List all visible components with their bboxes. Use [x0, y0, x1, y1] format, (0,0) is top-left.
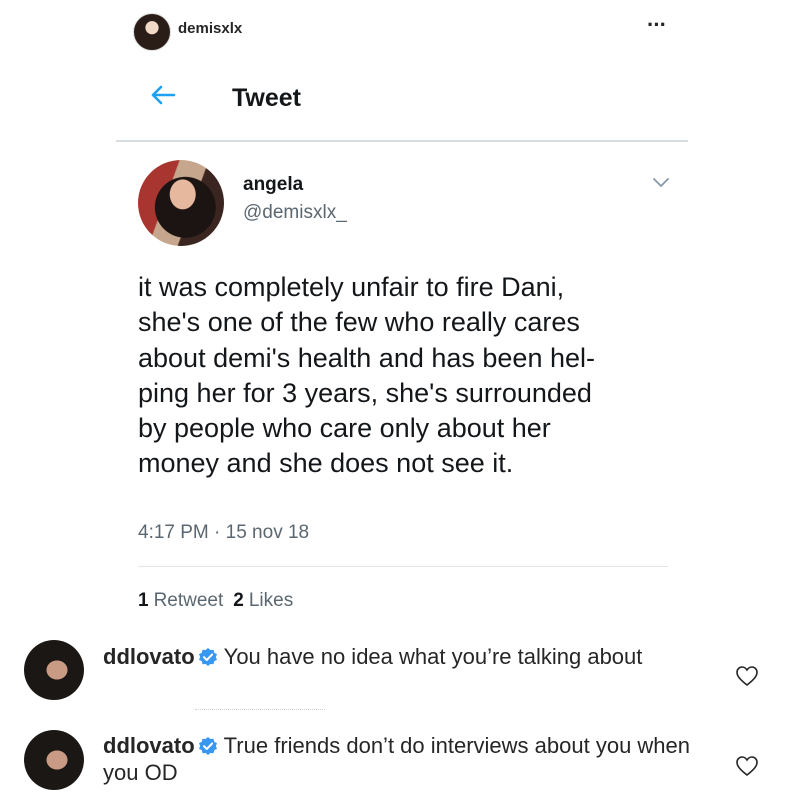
comment-username[interactable]: ddlovato — [103, 644, 195, 669]
tweet-text-line: money and she does not see it. — [138, 448, 514, 479]
tweet-timestamp: 4:17 PM · 15 nov 18 — [138, 522, 310, 543]
verified-badge-icon — [198, 737, 217, 755]
author-name[interactable]: angela — [243, 174, 303, 196]
tweet-stats: 1 Retweet 2 Likes — [138, 590, 293, 612]
likes-label: Likes — [248, 590, 294, 611]
comment-body: You have no idea what you’re talking abo… — [223, 644, 643, 669]
heart-icon[interactable] — [735, 755, 759, 777]
retweets-count: 1 — [138, 590, 149, 611]
divider — [195, 709, 325, 711]
tweet-text-line: she's one of the few who really cares — [138, 307, 580, 338]
stats-divider — [138, 566, 668, 567]
retweets-label: Retweet — [153, 590, 224, 611]
likes-count: 2 — [233, 590, 244, 611]
retweets-stat[interactable]: 1 Retweet — [138, 590, 223, 612]
comment-avatar[interactable] — [24, 730, 84, 790]
heart-icon[interactable] — [735, 665, 759, 687]
author-handle[interactable]: @demisxlx_ — [243, 202, 347, 224]
tweet-text-line: about demi's health and has been hel- — [138, 342, 595, 373]
tweet-header-title: Tweet — [232, 84, 301, 112]
header-divider — [116, 140, 688, 142]
author-avatar[interactable] — [138, 160, 224, 246]
comment-avatar[interactable] — [24, 640, 84, 700]
likes-stat[interactable]: 2 Likes — [233, 590, 293, 612]
comment: ddlovato You have no idea what you’re ta… — [103, 643, 703, 670]
tweet-text-line: it was completely unfair to fire Dani, — [138, 272, 565, 302]
post-avatar[interactable] — [133, 13, 171, 51]
more-dots-icon[interactable]: ··· — [647, 12, 667, 38]
tweet-text: it was completely unfair to fire Dani, s… — [138, 270, 698, 482]
tweet-text-line: by people who care only about her — [138, 413, 551, 444]
post-username[interactable]: demisxlx — [178, 20, 242, 37]
verified-badge-icon — [198, 648, 217, 666]
tweet-text-line: ping her for 3 years, she's surrounded — [138, 377, 592, 408]
chevron-down-icon[interactable] — [651, 175, 671, 189]
back-arrow-icon[interactable] — [146, 78, 180, 112]
comment-username[interactable]: ddlovato — [103, 733, 195, 758]
comment: ddlovato True friends don’t do interview… — [103, 732, 703, 786]
